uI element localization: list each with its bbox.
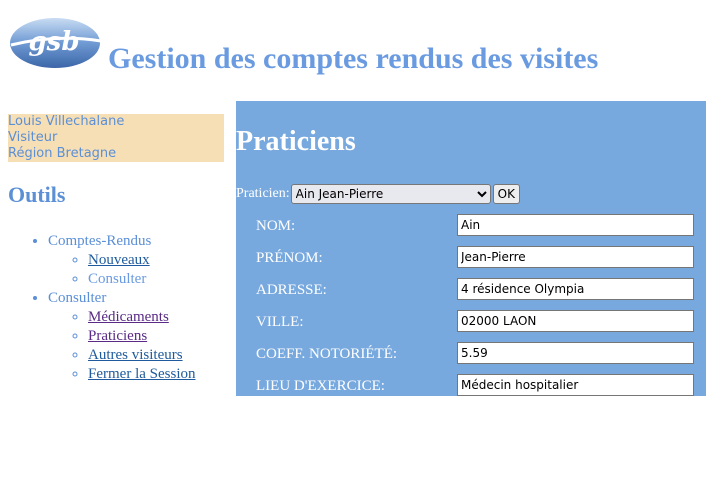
ok-button[interactable]: OK [492,184,520,204]
menu-item-autres-visiteurs[interactable]: Autres visiteurs [88,347,183,363]
coeff-notoriete-field[interactable] [457,342,694,364]
prenom-field[interactable] [457,246,694,268]
gsb-logo: gsb [10,18,102,68]
menu-group-comptes-rendus: Comptes-Rendus Nouveaux Consulter [48,232,195,289]
sidebar-menu: Comptes-Rendus Nouveaux Consulter Consul… [8,232,195,384]
menu-group-label: Comptes-Rendus [48,233,152,249]
adresse-label: ADRESSE: [256,282,327,298]
ville-label: VILLE: [256,314,304,330]
ville-field[interactable] [457,310,694,332]
menu-item-medicaments[interactable]: Médicaments [88,309,169,325]
coeff-notoriete-label: COEFF. NOTORIÉTÉ: [256,346,398,362]
nom-field[interactable] [457,214,694,236]
menu-item-nouveaux[interactable]: Nouveaux [88,252,150,268]
praticiens-panel: Praticiens Praticien: Ain Jean-Pierre OK… [236,101,706,396]
page-title: Gestion des comptes rendus des visites [108,42,599,75]
nom-label: NOM: [256,218,296,234]
user-info: Louis Villechalane Visiteur Région Breta… [8,114,224,162]
lieu-exercice-field[interactable] [457,374,694,396]
tools-heading: Outils [8,182,66,207]
menu-item-consulter-cr: Consulter [88,271,147,287]
panel-title: Praticiens [236,126,356,157]
menu-item-fermer-session[interactable]: Fermer la Session [88,366,195,382]
menu-group-consulter: Consulter Médicaments Praticiens Autres … [48,289,195,384]
praticien-selector: Praticien: Ain Jean-Pierre OK [236,184,520,204]
menu-item-praticiens[interactable]: Praticiens [88,328,147,344]
user-name: Louis Villechalane [8,114,125,129]
menu-group-label: Consulter [48,290,107,306]
adresse-field[interactable] [457,278,694,300]
lieu-exercice-label: LIEU D'EXERCICE: [256,378,385,394]
prenom-label: PRÉNOM: [256,250,323,266]
user-role: Visiteur [8,130,58,145]
logo-text: gsb [29,27,80,57]
praticien-label: Praticien: [236,186,290,201]
user-region: Région Bretagne [8,146,117,161]
praticien-select[interactable]: Ain Jean-Pierre [290,184,491,204]
